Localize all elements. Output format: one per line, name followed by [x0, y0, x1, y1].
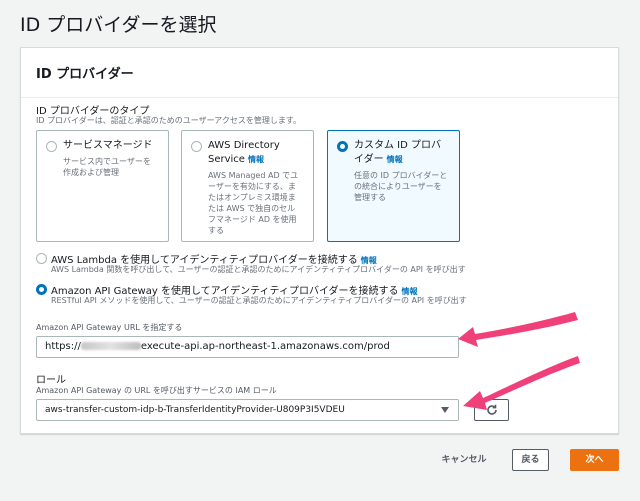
url-prefix: https:// — [45, 341, 81, 352]
tile-title: サービスマネージド — [63, 140, 153, 151]
tile-directory-service[interactable]: AWS Directory Service 情報 AWS Managed AD で… — [181, 130, 314, 242]
radio-icon[interactable] — [191, 141, 202, 152]
role-select-value: aws-transfer-custom-idp-b-TransferIdenti… — [45, 405, 345, 415]
cancel-button[interactable]: キャンセル — [430, 449, 498, 471]
api-gateway-url-label: Amazon API Gateway URL を指定する — [36, 323, 183, 332]
radio-icon[interactable] — [36, 253, 47, 264]
role-description: Amazon API Gateway の URL を呼び出すサービスの IAM … — [36, 386, 277, 395]
identity-provider-panel: ID プロバイダー ID プロバイダーのタイプ ID プロバイダーは、認証と承認… — [20, 47, 619, 434]
provider-type-description: ID プロバイダーは、認証と承認のためのユーザーアクセスを管理します。 — [36, 116, 302, 125]
tile-service-managed[interactable]: サービスマネージド サービス内でユーザーを作成および管理 — [36, 130, 169, 242]
url-suffix: execute-api.ap-northeast-1.amazonaws.com… — [140, 341, 390, 352]
role-label: ロール — [36, 375, 66, 386]
option-description: RESTful API メソッドを使用して、ユーザーの認証と承認のためにアイデン… — [51, 296, 467, 305]
next-button[interactable]: 次へ — [570, 449, 619, 471]
role-select[interactable]: aws-transfer-custom-idp-b-TransferIdenti… — [36, 399, 459, 421]
back-button[interactable]: 戻る — [512, 449, 549, 471]
refresh-icon — [487, 404, 497, 415]
caret-down-icon — [441, 407, 449, 413]
refresh-button[interactable] — [474, 399, 509, 421]
api-gateway-url-input[interactable]: https:// execute-api.ap-northeast-1.amazo… — [36, 336, 459, 358]
redacted-text — [80, 342, 141, 350]
radio-selected-icon[interactable] — [36, 284, 47, 295]
radio-selected-icon[interactable] — [337, 141, 348, 152]
tile-description: AWS Managed AD でユーザーを有効にする、またはオンプレミス環境また… — [208, 171, 299, 235]
tile-description: 任意の ID プロバイダーとの統合によりユーザーを管理する — [354, 171, 448, 202]
page-title: ID プロバイダーを選択 — [20, 14, 217, 36]
radio-icon[interactable] — [46, 141, 57, 152]
option-description: AWS Lambda 関数を呼び出して、ユーザーの認証と承認のためにアイデンティ… — [51, 265, 466, 274]
info-link[interactable]: 情報 — [248, 155, 264, 164]
info-link[interactable]: 情報 — [387, 155, 403, 164]
tile-description: サービス内でユーザーを作成および管理 — [63, 157, 151, 177]
tile-title: AWS Directory Service — [208, 140, 280, 165]
panel-header: ID プロバイダー — [21, 48, 618, 98]
tile-custom-idp[interactable]: カスタム ID プロバイダー 情報 任意の ID プロバイダーとの統合によりユーザ… — [327, 130, 460, 242]
